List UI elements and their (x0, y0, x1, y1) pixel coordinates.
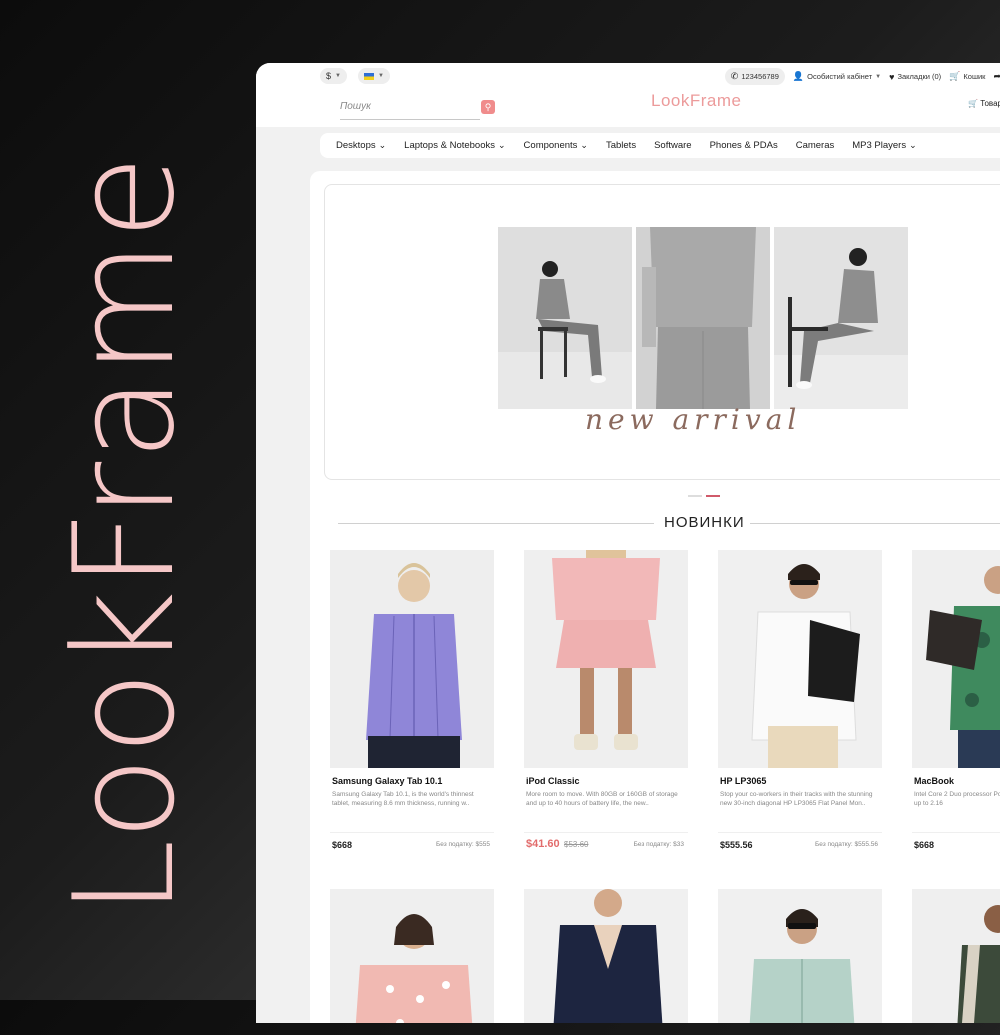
section-divider (338, 523, 654, 524)
cart-link[interactable]: 🛒 Кошик (949, 71, 985, 82)
category-menu: Desktops ⌄ Laptops & Notebooks ⌄ Component… (320, 133, 1000, 158)
caret-down-icon: ▼ (335, 73, 341, 79)
menu-label: Laptops & Notebooks (404, 140, 495, 151)
banner-caption: new arrival (585, 403, 802, 436)
account-link[interactable]: 👤 Особистий кабінет ▼ (793, 71, 881, 82)
product-image[interactable] (524, 889, 688, 1023)
menu-item-phones[interactable]: Phones & PDAs (710, 140, 778, 151)
product-tax: Без податку: $33 (633, 841, 684, 848)
product-description: Intel Core 2 Duo processor Pow processor… (914, 791, 1000, 807)
phone-link[interactable]: ✆ 123456789 (724, 68, 785, 85)
search-placeholder: Пошук (340, 101, 371, 112)
menu-label: Cameras (795, 140, 835, 151)
product-card[interactable]: HP LP3065 Stop your co-workers in their … (718, 550, 882, 850)
phone-icon: ✆ (730, 71, 739, 81)
product-card[interactable]: iPod Classic More room to move. With 80G… (524, 550, 688, 850)
product-name[interactable]: Samsung Galaxy Tab 10.1 (332, 776, 442, 786)
chevron-down-icon: ⌄ (580, 140, 588, 150)
product-price: $668 (914, 840, 935, 850)
slider-dot[interactable] (688, 495, 702, 497)
menu-label: Desktops (336, 140, 376, 151)
product-description: More room to move. With 80GB or 160GB of… (526, 791, 678, 807)
product-tax: Без податку: $555.56 (814, 841, 878, 848)
product-image[interactable] (330, 889, 494, 1023)
header: $ ▼ ▼ ✆ 123456789 👤 Особистий кабінет ▼ … (256, 63, 1000, 127)
product-description: Stop your co-workers in their tracks wit… (720, 791, 873, 807)
heart-icon: ♥ (889, 71, 895, 82)
menu-item-laptops[interactable]: Laptops & Notebooks ⌄ (404, 140, 505, 151)
card-divider (524, 832, 688, 833)
product-image[interactable] (718, 889, 882, 1023)
product-tax: Без податку: $555 (436, 841, 490, 848)
phone-number: 123456789 (741, 72, 779, 81)
product-image[interactable] (912, 550, 1000, 768)
cart-summary-label: Товари (980, 99, 1000, 108)
slider-dots (688, 495, 720, 497)
search-button[interactable]: ⚲ (481, 100, 495, 114)
ukraine-flag-icon (364, 72, 374, 80)
menu-item-cameras[interactable]: Cameras (796, 140, 835, 151)
menu-label: Tablets (605, 140, 637, 151)
menu-item-tablets[interactable]: Tablets (606, 140, 636, 151)
product-description: Samsung Galaxy Tab 10.1, is the world's … (332, 791, 474, 807)
wishlist-link[interactable]: ♥ Закладки (0) (889, 72, 941, 82)
search-icon: ⚲ (484, 101, 492, 112)
product-card[interactable]: MacBook Intel Core 2 Duo processor Pow p… (912, 550, 1000, 850)
card-divider (912, 832, 1000, 833)
menu-label: MP3 Players (852, 140, 907, 151)
cart-icon: 🛒 (968, 99, 978, 108)
cart-summary[interactable]: 🛒 Товари (968, 99, 1000, 108)
menu-item-desktops[interactable]: Desktops ⌄ (336, 140, 386, 151)
hero-banner[interactable]: new arrival (324, 184, 1000, 480)
menu-item-software[interactable]: Software (654, 140, 692, 151)
main-content: new arrival НОВИНКИ Samsung Galaxy Tab 1… (310, 171, 1000, 1023)
user-icon: 👤 (792, 71, 805, 81)
site-logo[interactable]: LookFrame (651, 91, 741, 111)
product-name[interactable]: MacBook (914, 776, 954, 786)
menu-label: Phones & PDAs (709, 140, 778, 151)
product-image[interactable] (912, 889, 1000, 1023)
banner-photo (774, 227, 908, 409)
product-price: $555.56 (720, 840, 753, 850)
section-divider (750, 523, 1000, 524)
store-page: $ ▼ ▼ ✆ 123456789 👤 Особистий кабінет ▼ … (256, 63, 1000, 1023)
share-icon: ➦ (993, 71, 1000, 81)
banner-photo (498, 227, 632, 409)
slider-dot-active[interactable] (706, 495, 720, 497)
card-divider (330, 832, 494, 833)
caret-down-icon: ▼ (875, 73, 882, 80)
menu-label: Components (523, 140, 578, 151)
cart-icon: 🛒 (949, 71, 961, 81)
menu-item-mp3[interactable]: MP3 Players ⌄ (852, 140, 916, 151)
product-image[interactable] (524, 550, 688, 768)
chevron-down-icon: ⌄ (498, 140, 506, 150)
top-links: ✆ 123456789 👤 Особистий кабінет ▼ ♥ Закл… (724, 68, 1000, 85)
language-selector[interactable]: ▼ (358, 68, 390, 84)
chevron-down-icon: ⌄ (378, 140, 387, 150)
brand-vertical-title: LookFrame (44, 153, 205, 917)
product-price: $668 (332, 840, 353, 850)
product-price-sale: $41.60 (526, 838, 560, 850)
product-old-price: $53.60 (564, 840, 589, 849)
menu-item-components[interactable]: Components ⌄ (524, 140, 588, 151)
caret-down-icon: ▼ (378, 73, 384, 79)
wishlist-label: Закладки (0) (897, 72, 942, 81)
checkout-link[interactable]: ➦ Оф (993, 71, 1000, 82)
product-card[interactable]: Samsung Galaxy Tab 10.1 Samsung Galaxy T… (330, 550, 494, 850)
banner-photo (636, 227, 770, 409)
product-name[interactable]: HP LP3065 (720, 776, 766, 786)
search-input[interactable]: Пошук (340, 97, 480, 120)
product-image[interactable] (330, 550, 494, 768)
product-image[interactable] (718, 550, 882, 768)
cart-label: Кошик (963, 72, 986, 81)
product-name[interactable]: iPod Classic (526, 776, 580, 786)
chevron-down-icon: ⌄ (909, 140, 917, 150)
currency-selector[interactable]: $ ▼ (320, 68, 347, 84)
section-title: НОВИНКИ (660, 514, 749, 531)
account-label: Особистий кабінет (807, 72, 873, 81)
menu-label: Software (654, 140, 692, 151)
card-divider (718, 832, 882, 833)
currency-symbol: $ (326, 71, 332, 81)
